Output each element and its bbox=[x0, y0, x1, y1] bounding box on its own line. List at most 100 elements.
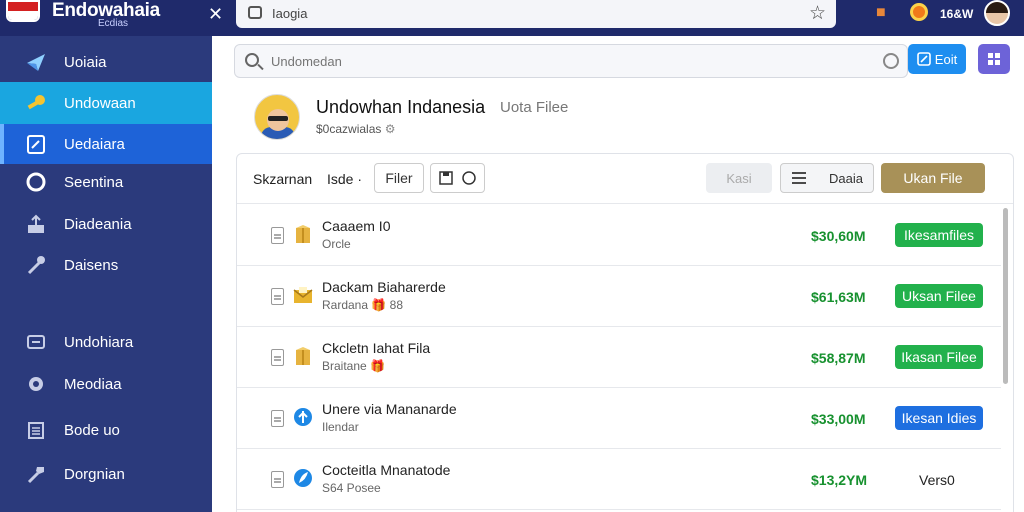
file-action-button[interactable]: Ikesan Idies bbox=[895, 406, 983, 430]
sidebar-item-2[interactable]: Undowaan bbox=[0, 82, 212, 124]
sidebar-item-label: Uoiaia bbox=[64, 53, 107, 71]
address-bar[interactable]: Iaogia ☆ bbox=[236, 0, 836, 28]
key-icon bbox=[24, 91, 48, 115]
file-meta: Rardana 🎁 88 bbox=[322, 298, 403, 312]
timer-icon bbox=[461, 171, 476, 185]
sidebar-item-6[interactable]: Daisens bbox=[0, 245, 212, 285]
file-action-button[interactable]: Ikasan Filee bbox=[895, 345, 983, 369]
search-input[interactable] bbox=[271, 45, 851, 77]
gear-icon bbox=[24, 372, 48, 396]
wallet-value: 16&W bbox=[940, 7, 974, 21]
wrench-icon bbox=[24, 253, 48, 277]
file-size: $13,2YM bbox=[811, 472, 868, 488]
brand: Endowahaia Ecdias bbox=[0, 0, 212, 36]
notification-icon[interactable] bbox=[910, 3, 928, 21]
search-bar bbox=[234, 44, 908, 78]
top-bar: Endowahaia Ecdias ✕ Iaogia ☆ ■ 16&W bbox=[0, 0, 1024, 36]
close-icon[interactable]: ✕ bbox=[208, 4, 223, 25]
list-view-button[interactable]: Daaia bbox=[780, 163, 874, 193]
flag-icon bbox=[6, 0, 40, 22]
tool-icon bbox=[24, 462, 48, 486]
file-size: $33,00M bbox=[811, 411, 866, 427]
upload-file-button[interactable]: Ukan File bbox=[881, 163, 985, 193]
sidebar-item-5[interactable]: Diadeania bbox=[0, 204, 212, 244]
apps-button[interactable] bbox=[978, 44, 1010, 74]
sidebar-item-label: Dorgnian bbox=[64, 465, 125, 483]
brand-subtitle: Ecdias bbox=[98, 18, 129, 29]
file-meta: S64 Posee bbox=[322, 481, 381, 495]
settings-icon: ⚙ bbox=[384, 122, 396, 136]
bookmark-star-icon[interactable]: ☆ bbox=[809, 2, 826, 25]
edit-button[interactable]: Eoit bbox=[908, 44, 966, 74]
sidebar: Uoiaia Undowaan Uedaiara Seentina Diadea… bbox=[0, 36, 212, 512]
filter-button[interactable]: Filer bbox=[374, 163, 424, 193]
user-avatar[interactable] bbox=[984, 0, 1010, 26]
file-row[interactable]: Dackam Biaharerde Rardana 🎁 88 $61,63M U… bbox=[237, 266, 1001, 327]
page-icon bbox=[248, 6, 262, 19]
file-row[interactable]: Unere via Mananarde Ilendar $33,00M Ikes… bbox=[237, 388, 1001, 449]
list-icon bbox=[792, 172, 806, 184]
file-action-button[interactable]: Uksan Filee bbox=[895, 284, 983, 308]
file-row[interactable]: Cocteitla Mnanatode S64 Posee $13,2YM Ve… bbox=[237, 449, 1001, 510]
file-toolbar: Skzarnan Isde · Filer Kasi Daaia Ukan Fi… bbox=[237, 154, 1013, 204]
file-meta: Ilendar bbox=[322, 420, 359, 434]
grid-icon bbox=[988, 53, 1000, 65]
file-name: Dackam Biaharerde bbox=[322, 279, 446, 295]
sidebar-item-label: Meodiaa bbox=[64, 375, 122, 393]
sort-dropdown[interactable]: Isde · bbox=[327, 171, 362, 187]
sidebar-item-8[interactable]: Meodiaa bbox=[0, 364, 212, 404]
box-icon bbox=[293, 345, 313, 367]
calendar-icon bbox=[24, 418, 48, 442]
profile-name: Undowhan Indanesia bbox=[316, 97, 486, 117]
document-icon bbox=[271, 227, 284, 244]
disabled-button: Kasi bbox=[706, 163, 772, 193]
sidebar-item-label: Uedaiara bbox=[64, 135, 125, 153]
history-icon[interactable] bbox=[883, 53, 899, 69]
edit-button-label: Eoit bbox=[934, 51, 958, 67]
profile-subtitle-text: $0cazwialas bbox=[316, 122, 382, 136]
document-icon bbox=[271, 471, 284, 488]
profile-subtitle: $0cazwialas ⚙ bbox=[316, 122, 395, 136]
save-icon bbox=[438, 171, 453, 185]
extension-icon[interactable]: ■ bbox=[876, 4, 886, 22]
file-row[interactable]: Ckcletn Iahat Fila Braitane 🎁 $58,87M Ik… bbox=[237, 327, 1001, 388]
pen-card-icon bbox=[24, 132, 48, 156]
sidebar-item-4[interactable]: Seentina bbox=[0, 162, 212, 202]
edit-icon bbox=[916, 52, 931, 66]
file-name: Caaaem I0 bbox=[322, 218, 391, 234]
address-url: Iaogia bbox=[272, 6, 308, 21]
file-name: Ckcletn Iahat Fila bbox=[322, 340, 431, 356]
scrollbar[interactable] bbox=[1003, 208, 1008, 384]
box-icon bbox=[293, 223, 313, 245]
minus-box-icon bbox=[24, 330, 48, 354]
document-icon bbox=[271, 410, 284, 427]
toolbar-label: Skzarnan bbox=[253, 171, 313, 187]
leaf-icon bbox=[293, 467, 313, 489]
circle-icon bbox=[24, 170, 48, 194]
file-name: Unere via Mananarde bbox=[322, 401, 457, 417]
sidebar-item-label: Diadeania bbox=[64, 215, 132, 233]
file-size: $61,63M bbox=[811, 289, 866, 305]
send-icon bbox=[24, 50, 48, 74]
file-action-button[interactable]: Ikesamfiles bbox=[895, 223, 983, 247]
sidebar-item-label: Bode uo bbox=[64, 421, 120, 439]
sidebar-item-1[interactable]: Uoiaia bbox=[0, 42, 212, 82]
sidebar-item-label: Seentina bbox=[64, 173, 124, 191]
sidebar-item-label: Undowaan bbox=[64, 94, 136, 112]
upload-icon bbox=[24, 212, 48, 236]
sidebar-item-7[interactable]: Undohiara bbox=[0, 322, 212, 362]
sidebar-item-9[interactable]: Bode uo bbox=[0, 410, 212, 450]
sidebar-item-10[interactable]: Dorgnian bbox=[0, 454, 212, 494]
file-panel: Skzarnan Isde · Filer Kasi Daaia Ukan Fi… bbox=[236, 153, 1014, 512]
file-meta: Braitane 🎁 bbox=[322, 359, 385, 373]
list-view-label: Daaia bbox=[829, 170, 863, 186]
file-row[interactable]: Caaaem I0 Orcle $30,60M Ikesamfiles bbox=[237, 205, 1001, 266]
search-icon bbox=[245, 53, 259, 67]
file-version[interactable]: Vers0 bbox=[919, 472, 955, 488]
profile-tag: Uota Filee bbox=[500, 99, 569, 116]
view-toggle[interactable] bbox=[430, 163, 485, 193]
document-icon bbox=[271, 288, 284, 305]
sidebar-item-3[interactable]: Uedaiara bbox=[0, 124, 212, 164]
file-size: $58,87M bbox=[811, 350, 866, 366]
file-name: Cocteitla Mnanatode bbox=[322, 462, 451, 478]
